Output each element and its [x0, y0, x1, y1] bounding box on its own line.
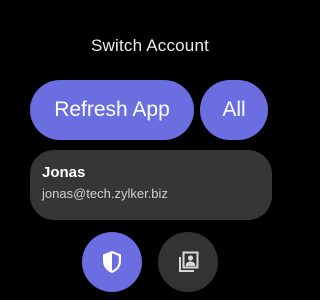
- watch-screen: Switch Account Refresh App All Jonas jon…: [0, 0, 300, 300]
- page-title: Switch Account: [90, 36, 210, 55]
- account-list-button[interactable]: [158, 232, 218, 292]
- all-accounts-button[interactable]: All: [200, 80, 268, 140]
- account-email: jonas@tech.zylker.biz: [42, 186, 168, 201]
- account-list-icon: [176, 250, 200, 274]
- account-name: Jonas: [42, 164, 86, 181]
- refresh-app-button[interactable]: Refresh App: [30, 80, 194, 140]
- security-button[interactable]: [82, 232, 142, 292]
- refresh-app-label: Refresh App: [54, 98, 170, 121]
- account-card[interactable]: Jonas jonas@tech.zylker.biz: [30, 150, 272, 220]
- shield-icon: [101, 250, 123, 274]
- all-accounts-label: All: [222, 98, 246, 121]
